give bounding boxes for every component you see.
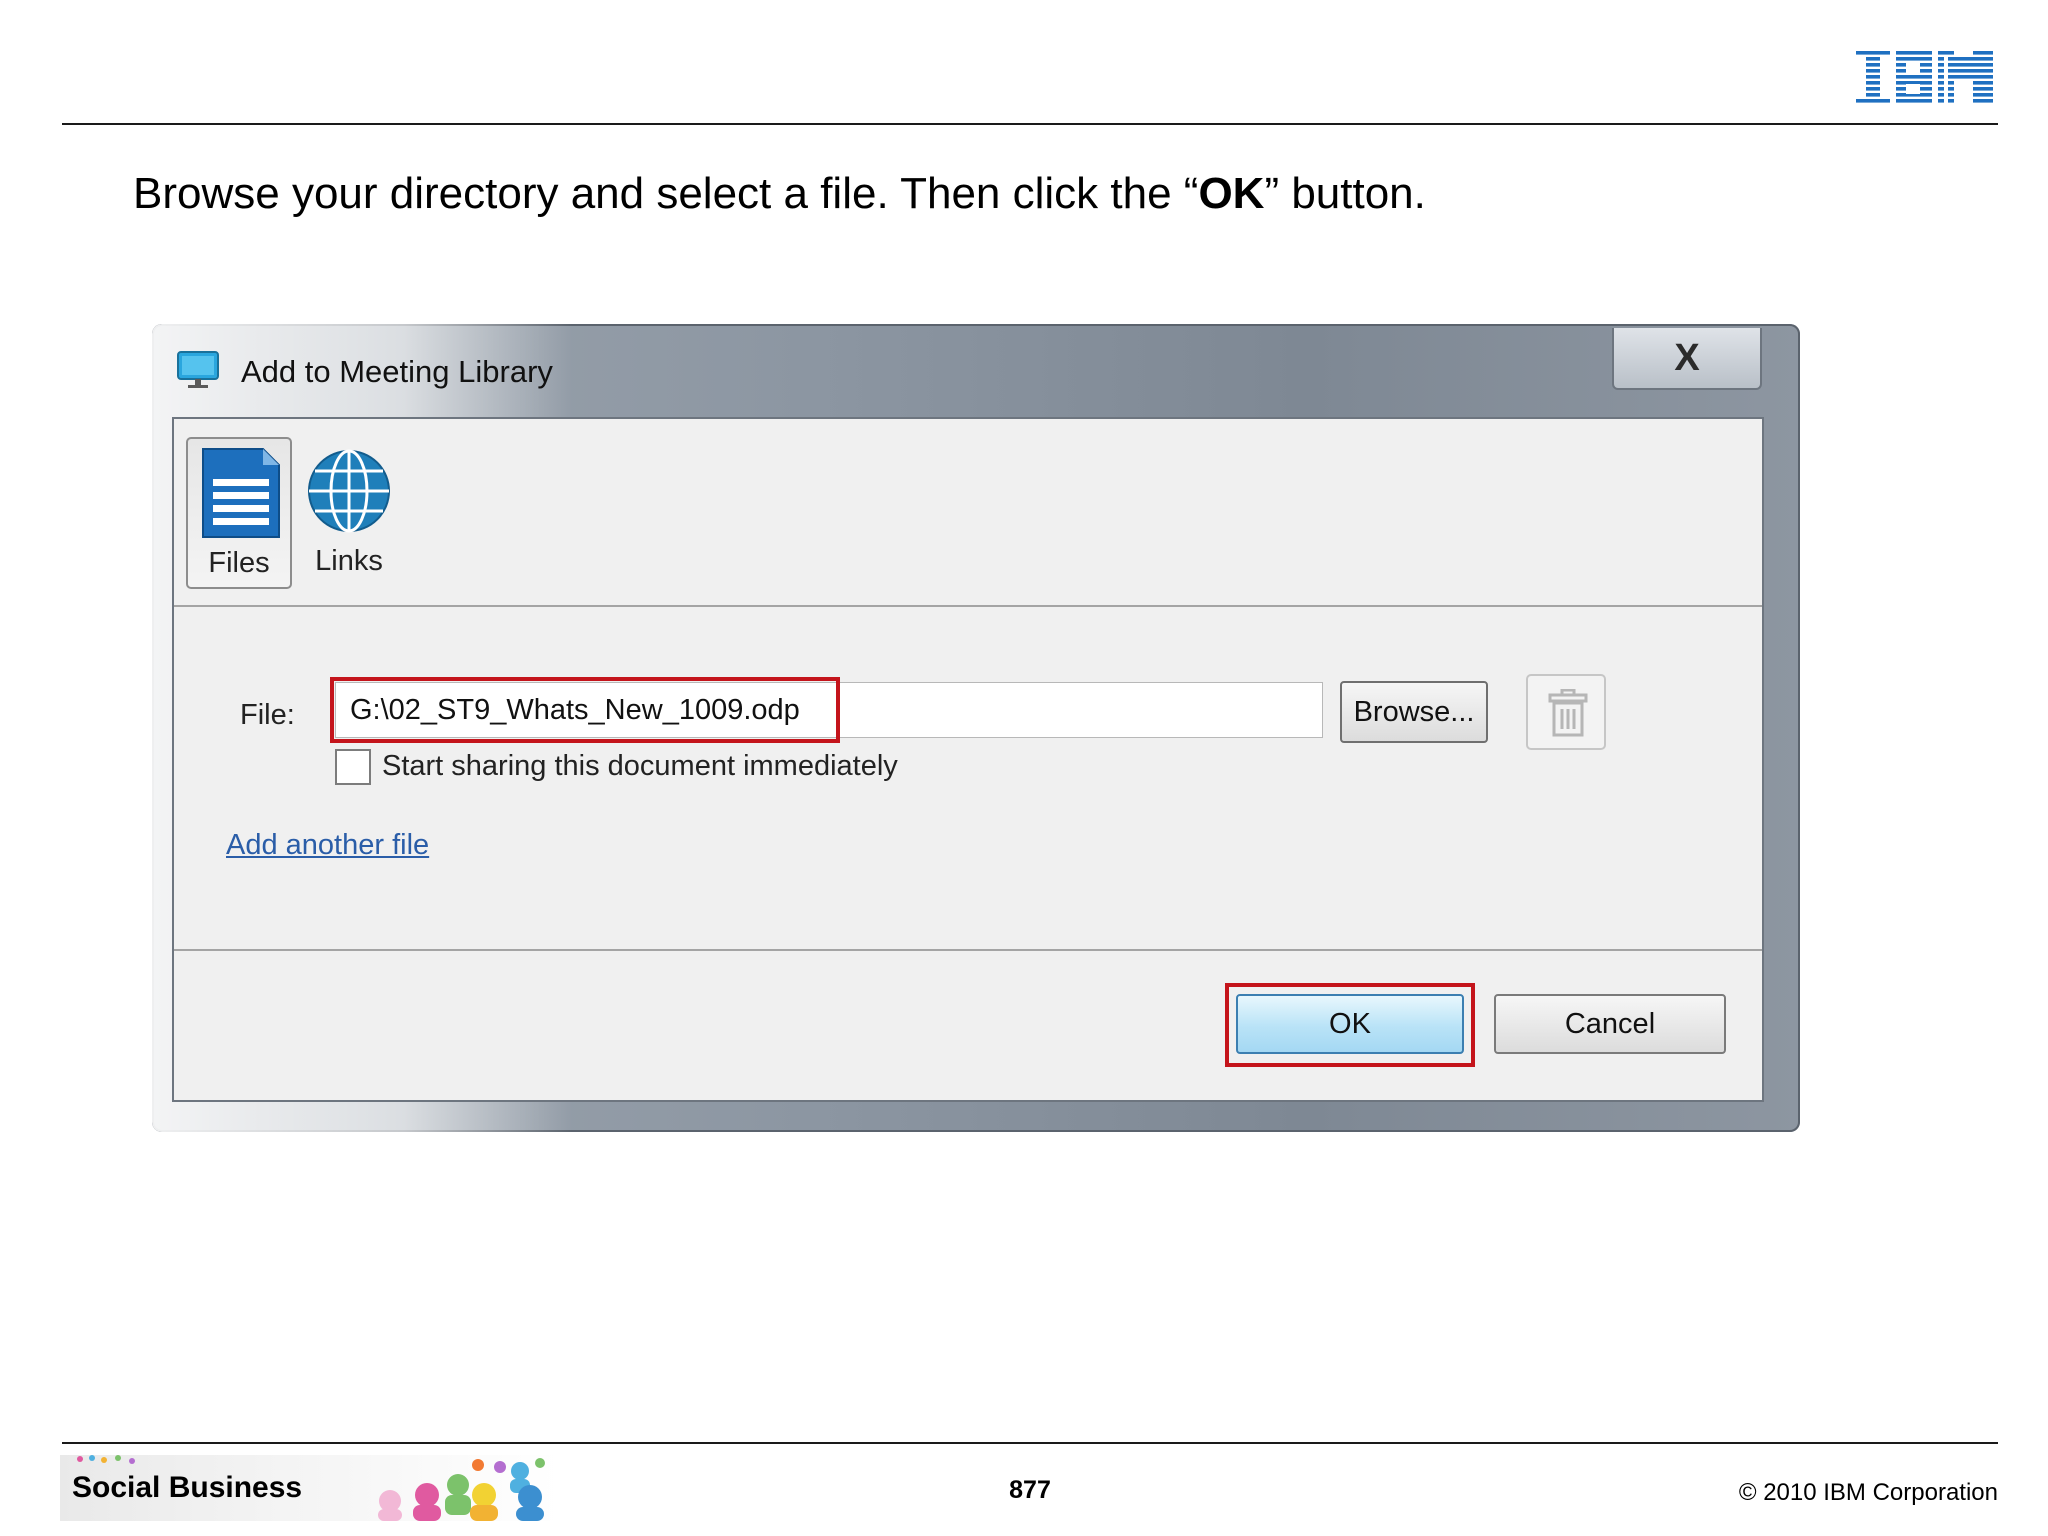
button-bar-divider <box>174 949 1762 951</box>
cancel-button[interactable]: Cancel <box>1494 994 1726 1054</box>
file-path-highlight <box>330 677 840 743</box>
close-icon: X <box>1674 336 1700 379</box>
meeting-monitor-icon <box>177 351 219 388</box>
tab-links[interactable]: Links <box>296 437 402 589</box>
share-immediately-checkbox[interactable] <box>335 749 371 785</box>
ok-button-highlight <box>1225 983 1475 1067</box>
instruction-emphasis: OK <box>1198 169 1265 218</box>
trash-icon <box>1548 689 1588 737</box>
footer-rule <box>62 1442 1998 1444</box>
dialog-client-area: Files Links File: Browse... <box>172 417 1764 1102</box>
document-icon <box>202 448 280 538</box>
copyright-notice: © 2010 IBM Corporation <box>1738 1479 1998 1506</box>
social-business-banner: Social Business <box>60 1455 560 1521</box>
instruction-text: Browse your directory and select a file.… <box>133 169 1426 218</box>
globe-icon <box>308 449 390 533</box>
page-number: 877 <box>1009 1476 1051 1504</box>
close-button[interactable]: X <box>1612 328 1762 390</box>
add-to-meeting-library-dialog: Add to Meeting Library X Files Links Fil… <box>152 324 1800 1132</box>
tab-files[interactable]: Files <box>186 437 292 589</box>
library-type-tabs: Files Links <box>174 419 1762 607</box>
ibm-logo <box>1856 51 1993 105</box>
header-rule <box>62 123 1998 125</box>
tab-files-label: Files <box>208 547 270 579</box>
dialog-title: Add to Meeting Library <box>241 354 553 389</box>
tab-links-label: Links <box>315 545 383 577</box>
delete-file-button[interactable] <box>1526 674 1606 750</box>
add-another-file-link[interactable]: Add another file <box>226 829 429 862</box>
share-immediately-label: Start sharing this document immediately <box>382 750 898 782</box>
browse-button[interactable]: Browse... <box>1340 681 1488 743</box>
file-label: File: <box>240 699 295 731</box>
footer-brand-text: Social Business <box>72 1471 303 1504</box>
